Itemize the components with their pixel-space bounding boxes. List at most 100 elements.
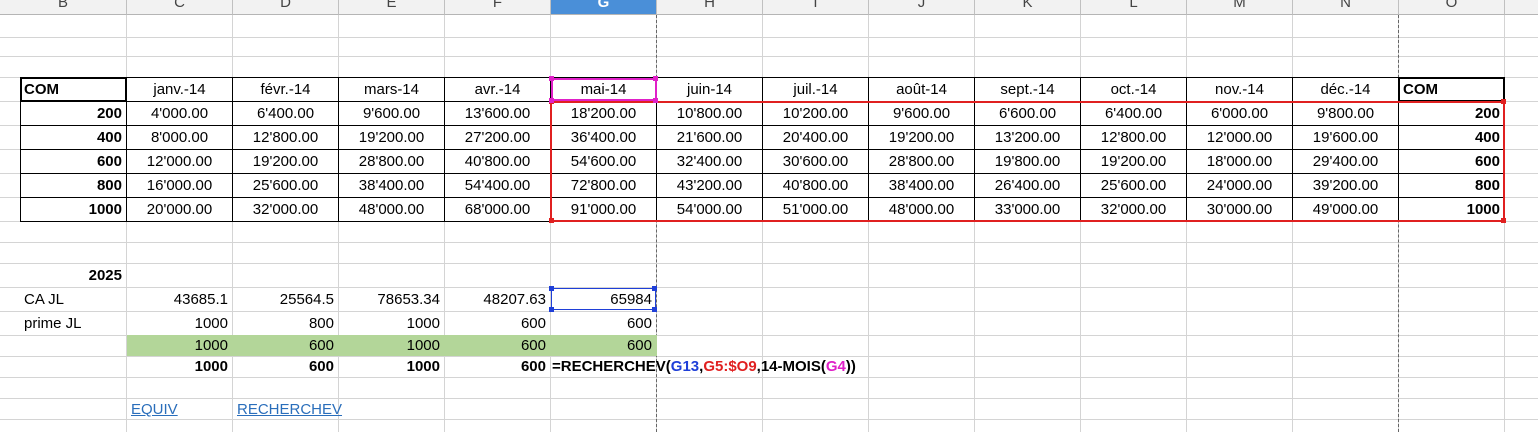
spreadsheet-sheet[interactable]: B C D E F G H I J K L M N O COM janv.-14… bbox=[0, 0, 1538, 432]
table-cell[interactable]: 19'200.00 bbox=[869, 126, 974, 149]
table-cell[interactable]: 18'000.00 bbox=[1187, 150, 1292, 173]
com-value-left[interactable]: 600 bbox=[20, 150, 126, 173]
table-cell[interactable]: 32'000.00 bbox=[233, 198, 338, 221]
month-header[interactable]: oct.-14 bbox=[1081, 78, 1186, 101]
table-cell[interactable]: 6'400.00 bbox=[1081, 102, 1186, 125]
com-value-left[interactable]: 200 bbox=[20, 102, 126, 125]
ca-label[interactable]: CA JL bbox=[20, 288, 126, 311]
com-value-left[interactable]: 800 bbox=[20, 174, 126, 197]
table-cell[interactable]: 48'000.00 bbox=[339, 198, 444, 221]
table-cell[interactable]: 51'000.00 bbox=[763, 198, 868, 221]
green-value[interactable]: 600 bbox=[233, 334, 338, 357]
prime-label[interactable]: prime JL bbox=[20, 312, 126, 335]
month-header[interactable]: juin-14 bbox=[657, 78, 762, 101]
table-cell[interactable]: 25'600.00 bbox=[1081, 174, 1186, 197]
table-cell[interactable]: 28'800.00 bbox=[339, 150, 444, 173]
table-cell[interactable]: 38'400.00 bbox=[339, 174, 444, 197]
table-cell[interactable]: 48'000.00 bbox=[869, 198, 974, 221]
table-cell[interactable]: 25'600.00 bbox=[233, 174, 338, 197]
column-header-O[interactable]: O bbox=[1399, 0, 1505, 15]
column-header-J[interactable]: J bbox=[869, 0, 975, 15]
table-cell[interactable]: 9'600.00 bbox=[339, 102, 444, 125]
table-cell[interactable]: 12'000.00 bbox=[127, 150, 232, 173]
table-cell[interactable]: 91'000.00 bbox=[551, 198, 656, 221]
table-cell[interactable]: 13'200.00 bbox=[975, 126, 1080, 149]
column-header-D[interactable]: D bbox=[233, 0, 339, 15]
table-cell[interactable]: 28'800.00 bbox=[869, 150, 974, 173]
table-cell[interactable]: 6'000.00 bbox=[1187, 102, 1292, 125]
table-cell[interactable]: 40'800.00 bbox=[445, 150, 550, 173]
table-cell[interactable]: 36'400.00 bbox=[551, 126, 656, 149]
result-value[interactable]: 1000 bbox=[127, 355, 232, 378]
column-header-I[interactable]: I bbox=[763, 0, 869, 15]
table-cell[interactable]: 24'000.00 bbox=[1187, 174, 1292, 197]
table-cell[interactable]: 6'400.00 bbox=[233, 102, 338, 125]
table-cell[interactable]: 49'000.00 bbox=[1293, 198, 1398, 221]
ca-value[interactable]: 78653.34 bbox=[339, 288, 444, 311]
green-value[interactable]: 1000 bbox=[339, 334, 444, 357]
table-cell[interactable]: 26'400.00 bbox=[975, 174, 1080, 197]
ca-value[interactable]: 25564.5 bbox=[233, 288, 338, 311]
table-cell[interactable]: 40'800.00 bbox=[763, 174, 868, 197]
table-cell[interactable]: 19'200.00 bbox=[339, 126, 444, 149]
year-label[interactable]: 2025 bbox=[20, 264, 126, 287]
table-cell[interactable]: 18'200.00 bbox=[551, 102, 656, 125]
month-header[interactable]: févr.-14 bbox=[233, 78, 338, 101]
month-header[interactable]: sept.-14 bbox=[975, 78, 1080, 101]
result-value[interactable]: 1000 bbox=[339, 355, 444, 378]
month-header[interactable]: déc.-14 bbox=[1293, 78, 1398, 101]
column-header-F[interactable]: F bbox=[445, 0, 551, 15]
table-cell[interactable]: 19'200.00 bbox=[1081, 150, 1186, 173]
prime-value[interactable]: 600 bbox=[551, 312, 656, 335]
corner-label-left[interactable]: COM bbox=[20, 78, 126, 101]
green-value[interactable]: 1000 bbox=[127, 334, 232, 357]
month-header[interactable]: nov.-14 bbox=[1187, 78, 1292, 101]
table-cell[interactable]: 27'200.00 bbox=[445, 126, 550, 149]
month-header[interactable]: août-14 bbox=[869, 78, 974, 101]
table-cell[interactable]: 9'800.00 bbox=[1293, 102, 1398, 125]
table-cell[interactable]: 72'800.00 bbox=[551, 174, 656, 197]
com-value-right[interactable]: 400 bbox=[1399, 126, 1504, 149]
table-cell[interactable]: 12'800.00 bbox=[233, 126, 338, 149]
table-cell[interactable]: 54'000.00 bbox=[657, 198, 762, 221]
column-header-G[interactable]: G bbox=[551, 0, 657, 15]
table-cell[interactable]: 32'400.00 bbox=[657, 150, 762, 173]
table-cell[interactable]: 30'000.00 bbox=[1187, 198, 1292, 221]
table-cell[interactable]: 19'600.00 bbox=[1293, 126, 1398, 149]
green-value[interactable]: 600 bbox=[445, 334, 550, 357]
table-cell[interactable]: 19'200.00 bbox=[233, 150, 338, 173]
formula-cell[interactable]: =RECHERCHEV(G13,G5:$O9,14-MOIS(G4)) bbox=[548, 355, 908, 378]
table-cell[interactable]: 54'600.00 bbox=[551, 150, 656, 173]
table-cell[interactable]: 29'400.00 bbox=[1293, 150, 1398, 173]
table-cell[interactable]: 30'600.00 bbox=[763, 150, 868, 173]
table-cell[interactable]: 21'600.00 bbox=[657, 126, 762, 149]
table-cell[interactable]: 12'000.00 bbox=[1187, 126, 1292, 149]
com-value-right[interactable]: 800 bbox=[1399, 174, 1504, 197]
column-header-E[interactable]: E bbox=[339, 0, 445, 15]
column-header-N[interactable]: N bbox=[1293, 0, 1399, 15]
column-header-B[interactable]: B bbox=[0, 0, 127, 15]
table-cell[interactable]: 12'800.00 bbox=[1081, 126, 1186, 149]
column-header-M[interactable]: M bbox=[1187, 0, 1293, 15]
table-cell[interactable]: 33'000.00 bbox=[975, 198, 1080, 221]
month-header[interactable]: mars-14 bbox=[339, 78, 444, 101]
table-cell[interactable]: 39'200.00 bbox=[1293, 174, 1398, 197]
table-cell[interactable]: 38'400.00 bbox=[869, 174, 974, 197]
column-header-K[interactable]: K bbox=[975, 0, 1081, 15]
month-header[interactable]: juil.-14 bbox=[763, 78, 868, 101]
table-cell[interactable]: 13'600.00 bbox=[445, 102, 550, 125]
com-value-left[interactable]: 400 bbox=[20, 126, 126, 149]
table-cell[interactable]: 6'600.00 bbox=[975, 102, 1080, 125]
result-value[interactable]: 600 bbox=[233, 355, 338, 378]
month-header[interactable]: janv.-14 bbox=[127, 78, 232, 101]
month-header[interactable]: avr.-14 bbox=[445, 78, 550, 101]
table-cell[interactable]: 54'400.00 bbox=[445, 174, 550, 197]
com-value-right[interactable]: 200 bbox=[1399, 102, 1504, 125]
com-value-left[interactable]: 1000 bbox=[20, 198, 126, 221]
com-value-right[interactable]: 600 bbox=[1399, 150, 1504, 173]
table-cell[interactable]: 19'800.00 bbox=[975, 150, 1080, 173]
column-header-C[interactable]: C bbox=[127, 0, 233, 15]
table-cell[interactable]: 32'000.00 bbox=[1081, 198, 1186, 221]
prime-value[interactable]: 600 bbox=[445, 312, 550, 335]
table-cell[interactable]: 68'000.00 bbox=[445, 198, 550, 221]
